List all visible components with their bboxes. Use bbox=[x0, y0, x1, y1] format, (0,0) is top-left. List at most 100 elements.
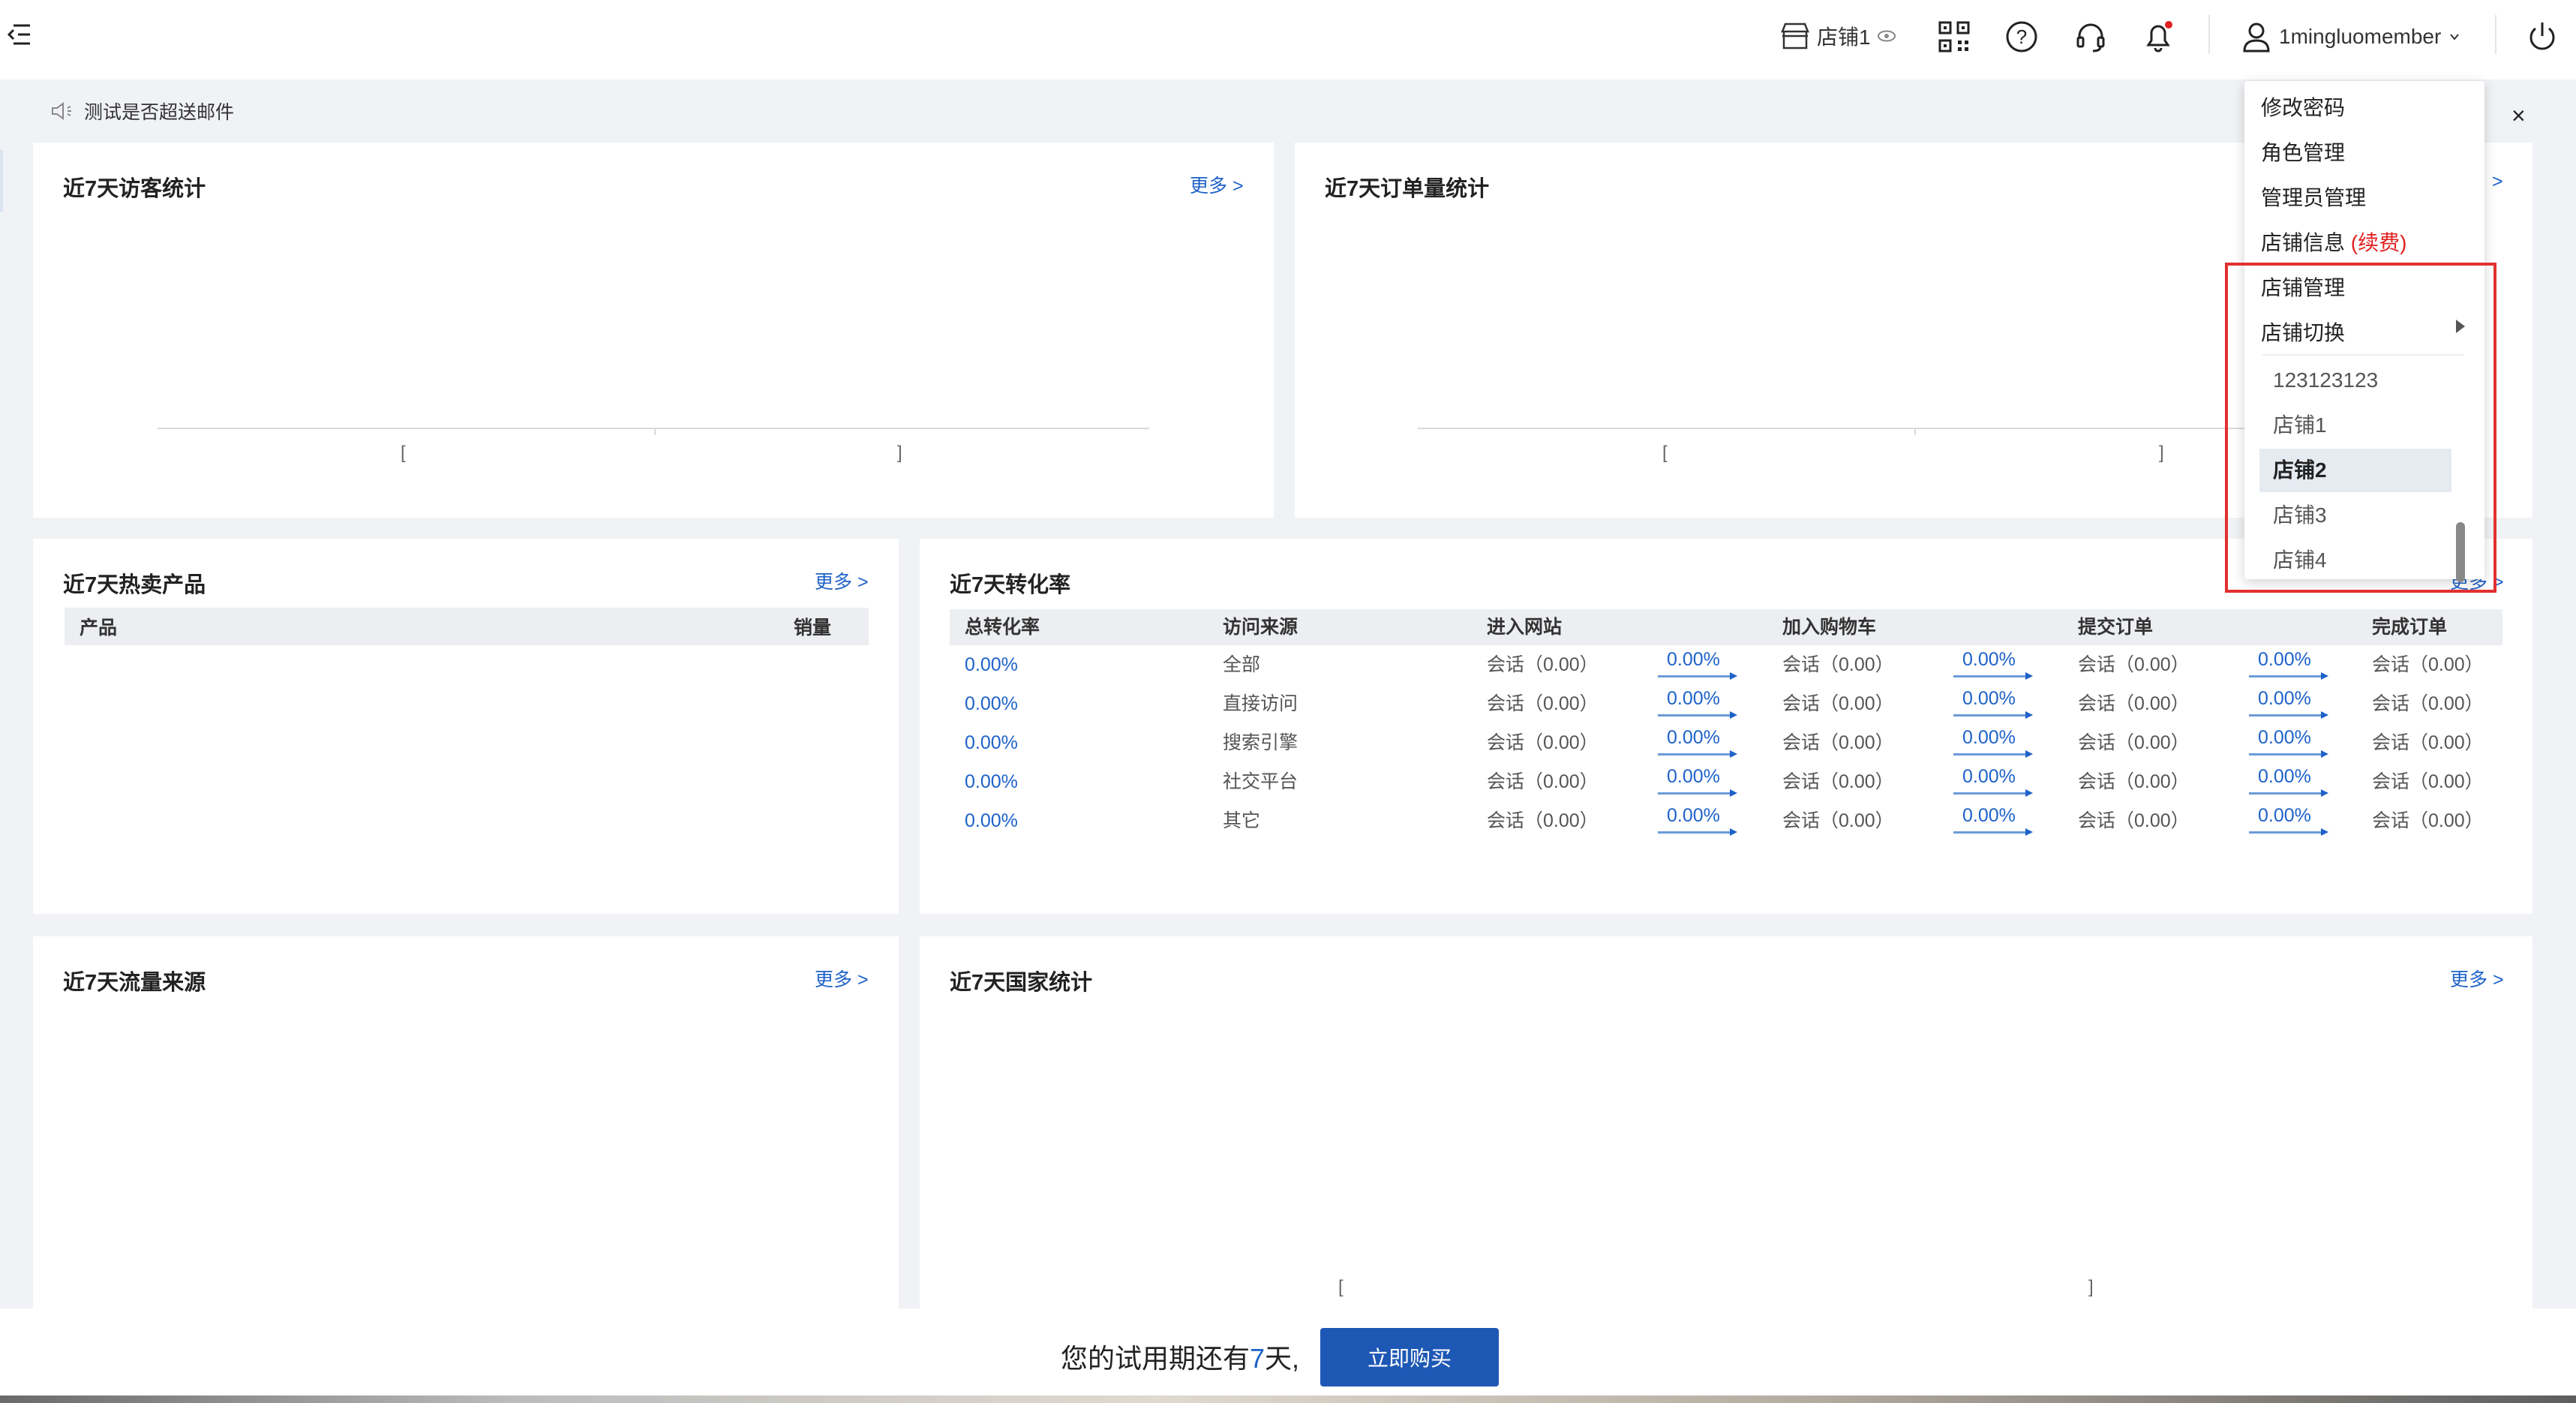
table-cell: 搜索引擎 bbox=[1223, 732, 1299, 753]
table-cell: 会话（0.00） bbox=[1782, 654, 1894, 675]
card-title: 近7天转化率 bbox=[950, 573, 1071, 597]
table-cell: 直接访问 bbox=[1223, 693, 1299, 714]
rate-bar bbox=[1953, 792, 2028, 795]
table-cell: 会话（0.00） bbox=[2078, 693, 2190, 714]
rate-value: 0.00% bbox=[1667, 688, 1720, 709]
speaker-icon bbox=[52, 102, 71, 120]
more-link[interactable]: > bbox=[2492, 171, 2503, 193]
chart-axis-tick bbox=[1914, 428, 1916, 435]
rate-bar bbox=[2249, 792, 2324, 795]
arrow-right-icon bbox=[1730, 711, 1737, 719]
rate-value: 0.00% bbox=[1962, 649, 2016, 670]
rate-value: 0.00% bbox=[1962, 805, 2016, 826]
arrow-right-icon bbox=[2321, 789, 2328, 797]
renew-link[interactable]: (续费) bbox=[2351, 231, 2407, 254]
divider bbox=[2495, 15, 2496, 54]
highlight-box bbox=[2225, 263, 2496, 593]
table-cell: 会话（0.00） bbox=[2078, 810, 2190, 831]
menu-item-label: 店铺信息 bbox=[2261, 231, 2346, 254]
trial-suffix: 天, bbox=[1265, 1343, 1300, 1374]
card-title: 近7天访客统计 bbox=[63, 177, 206, 201]
table-cell: 会话（0.00） bbox=[1487, 732, 1599, 753]
rate-value: 0.00% bbox=[1667, 766, 1720, 787]
question-icon[interactable]: ? bbox=[2004, 20, 2039, 54]
arrow-right-icon bbox=[2025, 672, 2033, 680]
menu-item-shop-info[interactable]: 店铺信息 (续费) bbox=[2261, 227, 2406, 257]
rate-value: 0.00% bbox=[2258, 805, 2311, 826]
table-cell: 会话（0.00） bbox=[2078, 654, 2190, 675]
table-cell: 会话（0.00） bbox=[1487, 693, 1599, 714]
rate-bar bbox=[1658, 831, 1733, 834]
table-cell: 会话（0.00） bbox=[2372, 810, 2484, 831]
bell-icon[interactable] bbox=[2141, 20, 2175, 54]
chart-axis-tick bbox=[654, 428, 656, 435]
notice-text: 测试是否超送邮件 bbox=[84, 102, 235, 123]
user-menu-trigger[interactable]: 1mingluomember bbox=[2241, 21, 2460, 53]
table-cell: 会话（0.00） bbox=[1782, 693, 1894, 714]
current-shop-switch[interactable]: 店铺1 bbox=[1779, 21, 1896, 51]
trial-days: 7 bbox=[1250, 1343, 1265, 1374]
headset-icon[interactable] bbox=[2073, 20, 2108, 54]
table-cell: 0.00% bbox=[965, 810, 1018, 831]
rate-bar bbox=[2249, 831, 2324, 834]
arrow-right-icon bbox=[2025, 750, 2033, 758]
power-icon[interactable] bbox=[2525, 20, 2559, 54]
chart-label: ] bbox=[2159, 443, 2164, 463]
more-link[interactable]: 更多 > bbox=[1190, 171, 1244, 198]
visitors-card: 近7天访客统计 更多 > [ ] bbox=[33, 143, 1274, 518]
arrow-right-icon bbox=[2321, 672, 2328, 680]
notice-bar: 测试是否超送邮件 bbox=[33, 80, 2538, 143]
close-icon[interactable]: × bbox=[2511, 102, 2526, 130]
buy-now-button[interactable]: 立即购买 bbox=[1320, 1328, 1499, 1386]
eye-icon[interactable] bbox=[1877, 29, 1896, 43]
rate-value: 0.00% bbox=[1667, 727, 1720, 748]
country-stats-card: 近7天国家统计 更多 > [ ] bbox=[920, 936, 2532, 1308]
table-cell: 会话（0.00） bbox=[2372, 654, 2484, 675]
rate-value: 0.00% bbox=[1667, 649, 1720, 670]
qrcode-icon[interactable] bbox=[1937, 20, 1971, 54]
chart-label: ] bbox=[2088, 1277, 2094, 1297]
table-row: 0.00% 其它 会话（0.00） 会话（0.00） 会话（0.00） 会话（0.00） 0… bbox=[950, 801, 2502, 840]
user-icon bbox=[2243, 23, 2270, 53]
card-title: 近7天国家统计 bbox=[950, 971, 1093, 995]
column-header-product: 产品 bbox=[80, 617, 118, 638]
column-header: 访问来源 bbox=[1223, 617, 1299, 638]
column-header: 总转化率 bbox=[965, 617, 1040, 638]
divider bbox=[2208, 15, 2210, 54]
hot-products-header: 产品 销量 bbox=[65, 608, 869, 645]
card-title: 近7天流量来源 bbox=[63, 971, 206, 995]
more-link[interactable]: 更多 > bbox=[815, 965, 869, 992]
arrow-right-icon bbox=[1730, 750, 1737, 758]
menu-fold-icon[interactable] bbox=[3, 20, 33, 50]
rate-value: 0.00% bbox=[1962, 766, 2016, 787]
arrow-right-icon bbox=[2321, 750, 2328, 758]
table-cell: 会话（0.00） bbox=[1782, 732, 1894, 753]
table-row: 0.00% 全部 会话（0.00） 会话（0.00） 会话（0.00） 会话（0.00） 0… bbox=[950, 645, 2502, 684]
rate-bar bbox=[2249, 675, 2324, 677]
table-row: 0.00% 直接访问 会话（0.00） 会话（0.00） 会话（0.00） 会话（0.00… bbox=[950, 684, 2502, 723]
rate-value: 0.00% bbox=[2258, 688, 2311, 709]
rate-bar bbox=[1658, 714, 1733, 717]
chart-axis bbox=[158, 428, 1149, 429]
table-cell: 其它 bbox=[1223, 810, 1261, 831]
menu-item-role-manage[interactable]: 角色管理 bbox=[2261, 137, 2345, 167]
username: 1mingluomember bbox=[2279, 25, 2442, 48]
column-header-sales: 销量 bbox=[794, 617, 832, 638]
rate-bar bbox=[1953, 831, 2028, 834]
chevron-down-icon bbox=[2450, 34, 2460, 41]
menu-item-admin-manage[interactable]: 管理员管理 bbox=[2261, 182, 2366, 212]
table-cell: 0.00% bbox=[965, 654, 1018, 675]
rate-bar bbox=[1953, 714, 2028, 717]
rate-bar bbox=[1953, 753, 2028, 756]
more-link[interactable]: 更多 > bbox=[815, 567, 869, 594]
arrow-right-icon bbox=[1730, 789, 1737, 797]
menu-item-change-password[interactable]: 修改密码 bbox=[2261, 92, 2345, 122]
table-cell: 会话（0.00） bbox=[2372, 732, 2484, 753]
table-cell: 会话（0.00） bbox=[1782, 810, 1894, 831]
arrow-right-icon bbox=[2321, 828, 2328, 836]
rate-value: 0.00% bbox=[1667, 805, 1720, 826]
rate-bar bbox=[1658, 792, 1733, 795]
current-shop-name: 店铺1 bbox=[1817, 26, 1871, 49]
rate-value: 0.00% bbox=[2258, 649, 2311, 670]
more-link[interactable]: 更多 > bbox=[2450, 965, 2504, 992]
